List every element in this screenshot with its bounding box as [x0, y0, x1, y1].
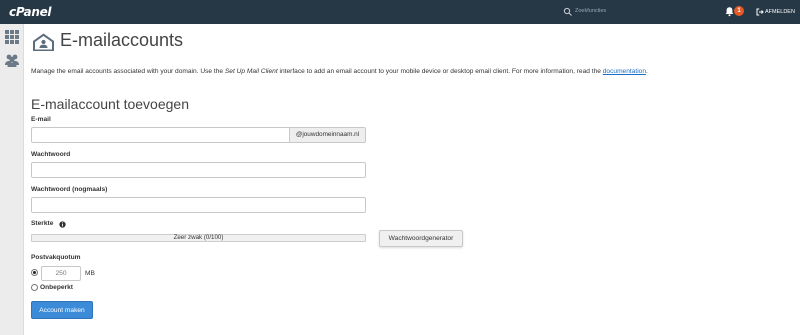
strength-label: Sterkte: [31, 220, 54, 227]
create-account-button[interactable]: Account maken: [31, 301, 93, 319]
password-field[interactable]: [31, 162, 366, 178]
search-icon: [563, 7, 572, 16]
main-content: E-mailaccounts Manage the email accounts…: [24, 24, 800, 335]
sidebar: [0, 24, 24, 335]
password-confirm-field[interactable]: [31, 197, 366, 213]
email-field[interactable]: [31, 127, 290, 143]
email-label: E-mail: [31, 116, 51, 123]
logout-icon: [756, 8, 764, 16]
password-confirm-label: Wachtwoord (nogmaals): [31, 186, 108, 193]
unlimited-label[interactable]: Onbeperkt: [40, 284, 73, 291]
search-placeholder[interactable]: Zoekfuncties: [575, 8, 606, 14]
users-icon[interactable]: [4, 52, 20, 68]
strength-text: Zeer zwak (0/100): [173, 234, 224, 241]
page-description: Manage the email accounts associated wit…: [31, 68, 648, 75]
search-functions[interactable]: Zoekfuncties: [560, 6, 680, 18]
email-accounts-icon: [33, 33, 54, 51]
section-title: E-mailaccount toevoegen: [31, 96, 189, 112]
documentation-link[interactable]: documentation: [603, 68, 646, 75]
quota-label: Postvakquotum: [31, 254, 81, 261]
cpanel-logo[interactable]: cPanel: [9, 5, 52, 19]
logout-label: AFMELDEN: [765, 9, 795, 15]
quota-input[interactable]: 250: [41, 266, 81, 281]
quota-limited-radio[interactable]: [31, 269, 38, 276]
password-label: Wachtwoord: [31, 151, 71, 158]
info-icon[interactable]: [59, 221, 66, 228]
top-navigation-bar: cPanel Zoekfuncties 1 AFMELDEN: [0, 0, 800, 24]
quota-unit: MB: [85, 270, 95, 277]
grid-icon[interactable]: [4, 29, 20, 45]
quota-unlimited-radio[interactable]: [31, 284, 38, 291]
password-strength-meter: Zeer zwak (0/100): [31, 234, 366, 242]
notification-badge[interactable]: 1: [734, 6, 744, 16]
domain-addon: @jouwdomeinnaam.nl: [290, 127, 366, 143]
setup-mail-client-text: Set Up Mail Client: [224, 68, 278, 75]
password-generator-button[interactable]: Wachtwoordgenerator: [379, 230, 463, 247]
page-title: E-mailaccounts: [60, 30, 184, 50]
